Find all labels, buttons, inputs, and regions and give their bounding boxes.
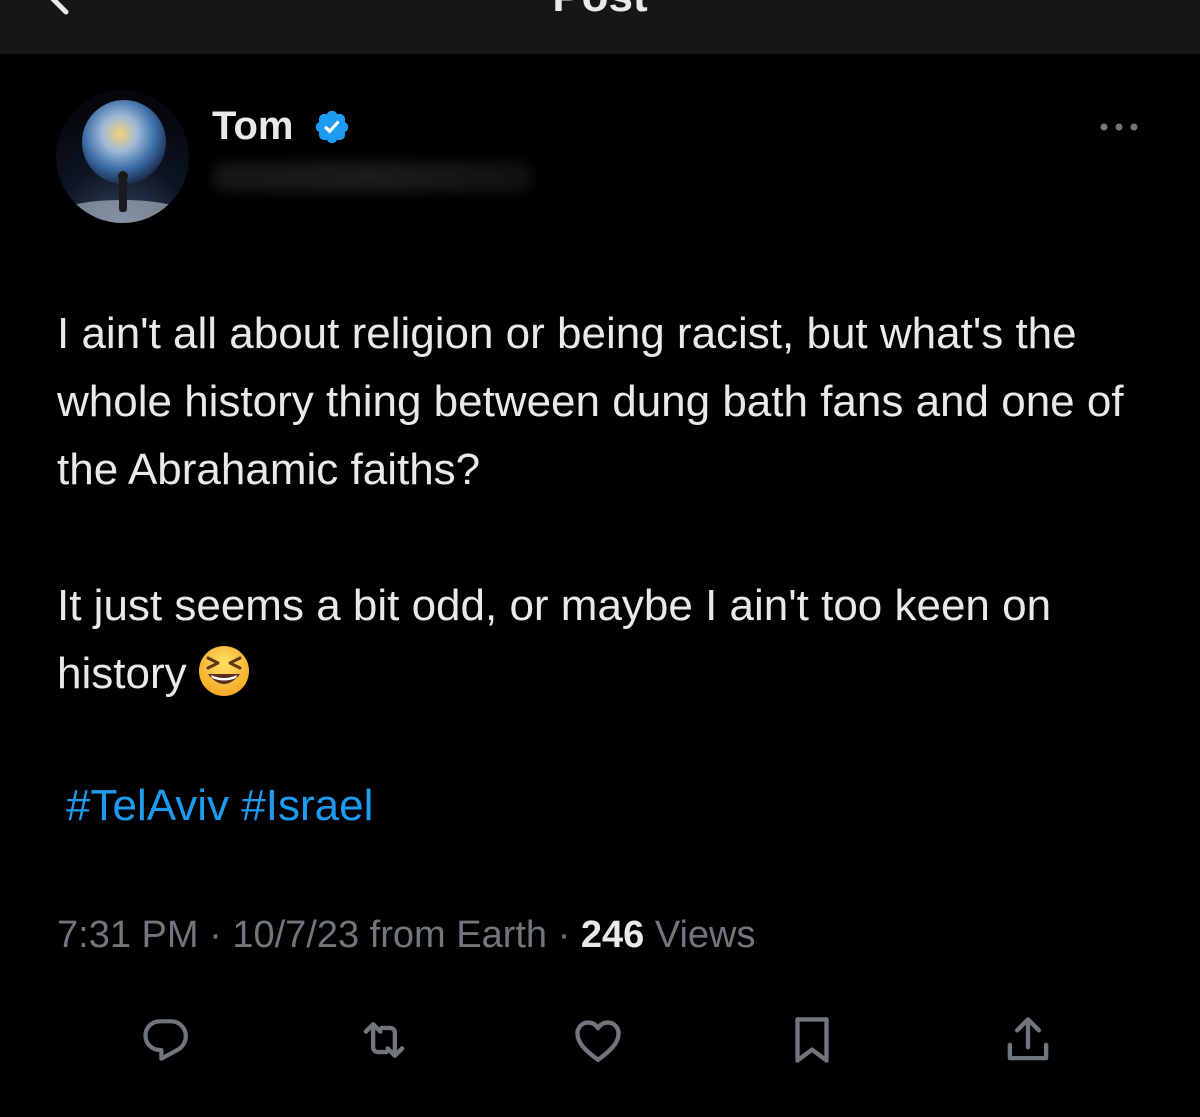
views-label: Views xyxy=(654,914,756,956)
avatar-image xyxy=(62,100,182,223)
reply-button[interactable] xyxy=(136,1010,196,1070)
repost-icon xyxy=(363,1022,405,1058)
hashtag-israel[interactable]: #Israel xyxy=(241,781,373,830)
author-name[interactable]: Tom xyxy=(212,104,293,149)
post-location: from Earth xyxy=(369,914,548,956)
share-icon xyxy=(1007,1017,1049,1061)
verified-badge-icon xyxy=(313,108,351,146)
like-button[interactable] xyxy=(568,1010,628,1070)
heart-icon xyxy=(575,1020,621,1062)
repost-button[interactable] xyxy=(354,1010,414,1070)
post-date[interactable]: 10/7/23 xyxy=(232,914,359,956)
laughing-emoji-icon xyxy=(197,644,251,698)
post-metadata: 7:31 PM · 10/7/23 from Earth · 246 Views xyxy=(57,914,756,957)
author-handle-redacted xyxy=(212,162,532,192)
hashtag-telaviv[interactable]: #TelAviv xyxy=(66,781,229,830)
more-options-button[interactable] xyxy=(1096,112,1142,142)
hashtags: #TelAviv #Israel xyxy=(66,776,373,836)
post-paragraph-1: I ain't all about religion or being raci… xyxy=(57,309,1124,494)
avatar[interactable] xyxy=(56,90,189,223)
action-bar xyxy=(0,1010,1200,1070)
meta-separator: · xyxy=(557,914,571,956)
meta-separator: · xyxy=(209,914,222,956)
post-time[interactable]: 7:31 PM xyxy=(57,914,199,956)
post-text: I ain't all about religion or being raci… xyxy=(57,300,1157,708)
bookmark-icon xyxy=(795,1017,829,1063)
more-dots-icon xyxy=(1100,123,1138,131)
top-bar: Post xyxy=(0,0,1200,54)
share-button[interactable] xyxy=(998,1010,1058,1070)
post-paragraph-2: It just seems a bit odd, or maybe I ain'… xyxy=(57,572,1157,708)
bookmark-button[interactable] xyxy=(782,1010,842,1070)
page-title: Post xyxy=(0,0,1200,22)
views-count: 246 xyxy=(580,914,645,956)
reply-icon xyxy=(143,1019,188,1061)
